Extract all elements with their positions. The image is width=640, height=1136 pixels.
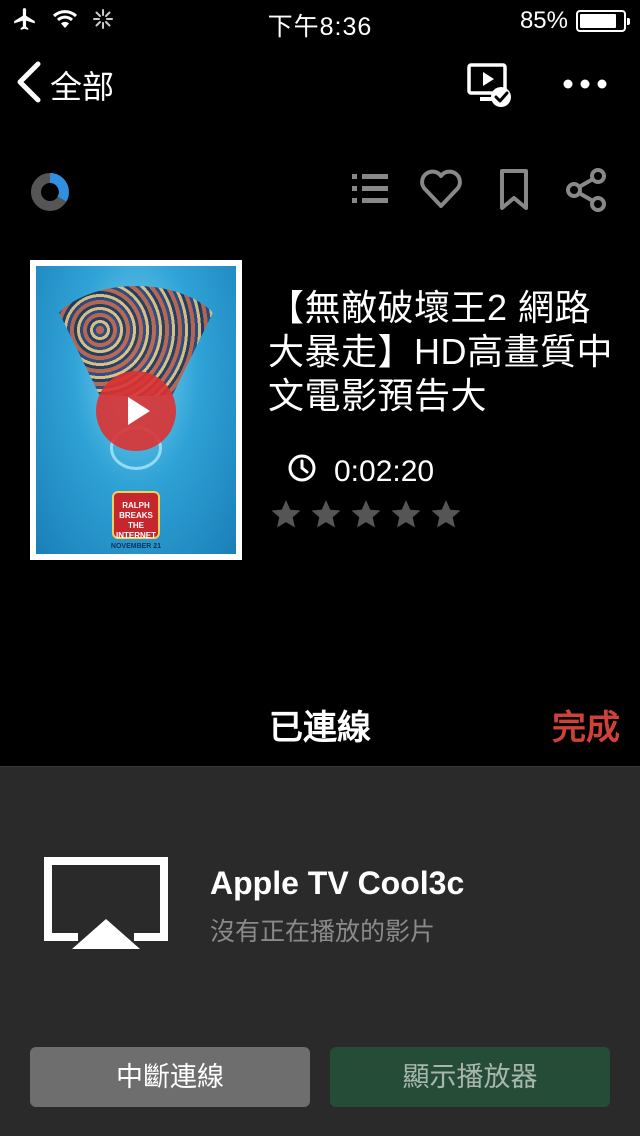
airplay-sheet: Apple TV Cool3c 沒有正在播放的影片 中斷連線 顯示播放器 (0, 766, 640, 1136)
star-icon[interactable] (430, 498, 462, 530)
progress-ring-icon (28, 166, 74, 212)
video-duration: 0:02:20 (286, 452, 434, 492)
poster-logo: RALPH BREAKS THE INTERNET (112, 491, 160, 540)
video-thumbnail[interactable]: RALPH BREAKS THE INTERNET NOVEMBER 21 (30, 260, 242, 560)
battery-percent: 85% (519, 7, 568, 34)
favorite-button[interactable] (418, 166, 464, 212)
star-rating[interactable] (270, 498, 462, 530)
duration-text: 0:02:20 (334, 455, 435, 488)
action-toolbar (0, 166, 640, 220)
disconnect-button[interactable]: 中斷連線 (30, 1047, 310, 1107)
poster-date: NOVEMBER 21 (110, 543, 162, 550)
star-icon[interactable] (350, 498, 382, 530)
done-button[interactable]: 完成 (552, 700, 620, 749)
star-icon[interactable] (270, 498, 302, 530)
device-status: 沒有正在播放的影片 (210, 918, 436, 946)
back-label: 全部 (50, 68, 115, 105)
play-button[interactable] (96, 371, 176, 451)
poster-image: RALPH BREAKS THE INTERNET NOVEMBER 21 (36, 266, 236, 554)
heart-icon (420, 169, 462, 208)
star-icon[interactable] (390, 498, 422, 530)
clock-icon (286, 452, 318, 492)
more-options-button[interactable] (560, 64, 610, 104)
status-right: 85% (519, 7, 630, 35)
video-title: 【無敵破壞王2 網路大暴走】HD高畫質中文電影預告大 (268, 287, 613, 416)
airplay-status-button[interactable] (466, 62, 514, 110)
status-bar: 下午8:36 85% (0, 0, 640, 41)
chevron-left-icon (14, 60, 44, 109)
battery-level (580, 14, 616, 28)
list-icon (352, 174, 388, 203)
star-icon[interactable] (310, 498, 342, 530)
device-name: Apple TV Cool3c (210, 865, 465, 901)
screen-connected-icon (467, 63, 511, 107)
bookmark-button[interactable] (492, 166, 538, 212)
connection-title: 已連線 (269, 709, 371, 747)
bookmark-icon (500, 169, 528, 210)
list-button[interactable] (348, 166, 394, 212)
share-button[interactable] (564, 166, 610, 212)
airplay-icon (44, 857, 168, 957)
back-button[interactable]: 全部 (14, 60, 114, 109)
share-icon (566, 168, 606, 212)
nav-bar: 全部 (0, 52, 640, 116)
ellipsis-icon (563, 79, 607, 89)
show-player-button[interactable]: 顯示播放器 (330, 1047, 610, 1107)
battery-icon (576, 10, 630, 32)
